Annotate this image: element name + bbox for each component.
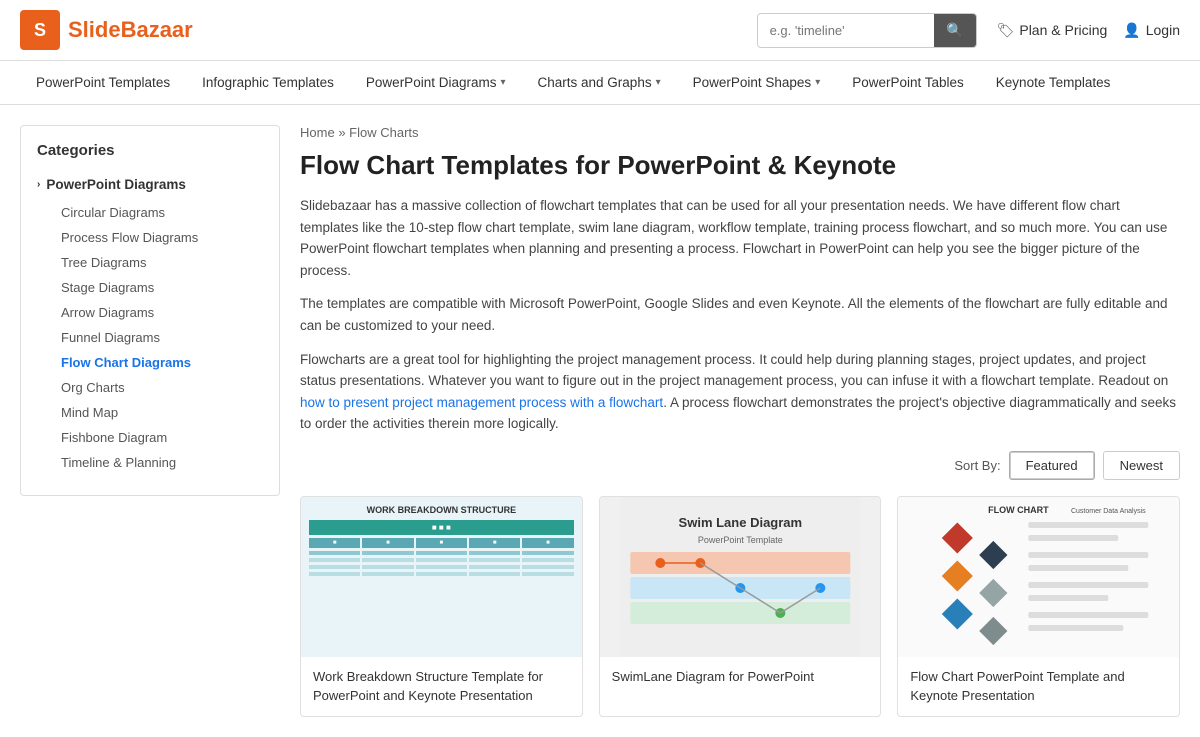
card-title-flowchart: Flow Chart PowerPoint Template and Keyno… (898, 657, 1179, 716)
tag-icon: 🏷 (997, 22, 1015, 39)
card-title-swimlane: SwimLane Diagram for PowerPoint (600, 657, 881, 697)
sidebar: Categories › PowerPoint Diagrams Circula… (20, 125, 280, 496)
search-box: 🔍 (757, 13, 977, 48)
chevron-down-icon: ▾ (656, 77, 661, 88)
card-image-swimlane: Swim Lane Diagram PowerPoint Template (600, 497, 881, 657)
plan-pricing-link[interactable]: 🏷 Plan & Pricing (997, 22, 1108, 39)
card-flowchart[interactable]: FLOW CHART Customer Data Analysis (897, 496, 1180, 717)
description-1: Slidebazaar has a massive collection of … (300, 195, 1180, 281)
sidebar-item-tree-diagrams[interactable]: Tree Diagrams (53, 250, 263, 275)
sidebar-item-flow-chart-diagrams[interactable]: Flow Chart Diagrams (53, 350, 263, 375)
nav-infographic-templates[interactable]: Infographic Templates (186, 61, 350, 104)
logo[interactable]: S SlideBazaar (20, 10, 193, 50)
sidebar-section-header[interactable]: › PowerPoint Diagrams (37, 173, 263, 196)
svg-text:FLOW CHART: FLOW CHART (988, 505, 1049, 515)
svg-text:PowerPoint Template: PowerPoint Template (698, 535, 783, 545)
login-link[interactable]: 👤 Login (1123, 22, 1180, 39)
description-3: Flowcharts are a great tool for highligh… (300, 349, 1180, 435)
card-swimlane[interactable]: Swim Lane Diagram PowerPoint Template (599, 496, 882, 717)
header-right: 🏷 Plan & Pricing 👤 Login (997, 22, 1180, 39)
nav-charts-graphs[interactable]: Charts and Graphs ▾ (522, 61, 677, 104)
nav-powerpoint-diagrams[interactable]: PowerPoint Diagrams ▾ (350, 61, 522, 104)
sidebar-section-powerpoint-diagrams: › PowerPoint Diagrams Circular Diagrams … (37, 173, 263, 475)
sidebar-title: Categories (37, 142, 263, 159)
logo-icon: S (20, 10, 60, 50)
sidebar-item-process-flow-diagrams[interactable]: Process Flow Diagrams (53, 225, 263, 250)
nav-powerpoint-shapes[interactable]: PowerPoint Shapes ▾ (677, 61, 837, 104)
chevron-right-icon: › (37, 179, 40, 190)
sidebar-item-mind-map[interactable]: Mind Map (53, 400, 263, 425)
sidebar-item-timeline-planning[interactable]: Timeline & Planning (53, 450, 263, 475)
page-title: Flow Chart Templates for PowerPoint & Ke… (300, 150, 1180, 181)
card-image-flowchart: FLOW CHART Customer Data Analysis (898, 497, 1179, 657)
breadcrumb-home[interactable]: Home (300, 125, 335, 140)
user-icon: 👤 (1123, 22, 1140, 39)
sidebar-sub-items: Circular Diagrams Process Flow Diagrams … (53, 200, 263, 475)
main-content: Categories › PowerPoint Diagrams Circula… (0, 105, 1200, 737)
content-area: Home » Flow Charts Flow Chart Templates … (300, 125, 1180, 717)
sort-label: Sort By: (954, 458, 1000, 473)
sidebar-item-arrow-diagrams[interactable]: Arrow Diagrams (53, 300, 263, 325)
header: S SlideBazaar 🔍 🏷 Plan & Pricing 👤 Login (0, 0, 1200, 61)
chevron-down-icon: ▾ (500, 77, 505, 88)
chevron-down-icon: ▾ (815, 77, 820, 88)
nav-powerpoint-templates[interactable]: PowerPoint Templates (20, 61, 186, 104)
breadcrumb-separator: » (338, 125, 345, 140)
search-input[interactable] (758, 15, 935, 46)
sort-featured-button[interactable]: Featured (1009, 451, 1095, 480)
search-button[interactable]: 🔍 (934, 14, 975, 47)
sidebar-item-stage-diagrams[interactable]: Stage Diagrams (53, 275, 263, 300)
navbar: PowerPoint Templates Infographic Templat… (0, 61, 1200, 105)
card-image-wbs: WORK BREAKDOWN STRUCTURE ■ ■ ■ ■ ■ ■ ■ ■ (301, 497, 582, 657)
description-link[interactable]: how to present project management proces… (300, 395, 663, 410)
sidebar-item-funnel-diagrams[interactable]: Funnel Diagrams (53, 325, 263, 350)
breadcrumb-current: Flow Charts (349, 125, 418, 140)
card-wbs[interactable]: WORK BREAKDOWN STRUCTURE ■ ■ ■ ■ ■ ■ ■ ■ (300, 496, 583, 717)
card-title-wbs: Work Breakdown Structure Template for Po… (301, 657, 582, 716)
sort-bar: Sort By: Featured Newest (300, 451, 1180, 480)
sidebar-item-circular-diagrams[interactable]: Circular Diagrams (53, 200, 263, 225)
description-2: The templates are compatible with Micros… (300, 293, 1180, 336)
cards-grid: WORK BREAKDOWN STRUCTURE ■ ■ ■ ■ ■ ■ ■ ■ (300, 496, 1180, 717)
breadcrumb: Home » Flow Charts (300, 125, 1180, 140)
nav-powerpoint-tables[interactable]: PowerPoint Tables (836, 61, 980, 104)
sidebar-item-fishbone-diagram[interactable]: Fishbone Diagram (53, 425, 263, 450)
nav-keynote-templates[interactable]: Keynote Templates (980, 61, 1127, 104)
logo-text: SlideBazaar (68, 17, 193, 43)
sidebar-item-org-charts[interactable]: Org Charts (53, 375, 263, 400)
svg-text:Customer Data Analysis: Customer Data Analysis (1071, 508, 1146, 515)
svg-text:Swim Lane Diagram: Swim Lane Diagram (678, 515, 802, 530)
sort-newest-button[interactable]: Newest (1103, 451, 1180, 480)
